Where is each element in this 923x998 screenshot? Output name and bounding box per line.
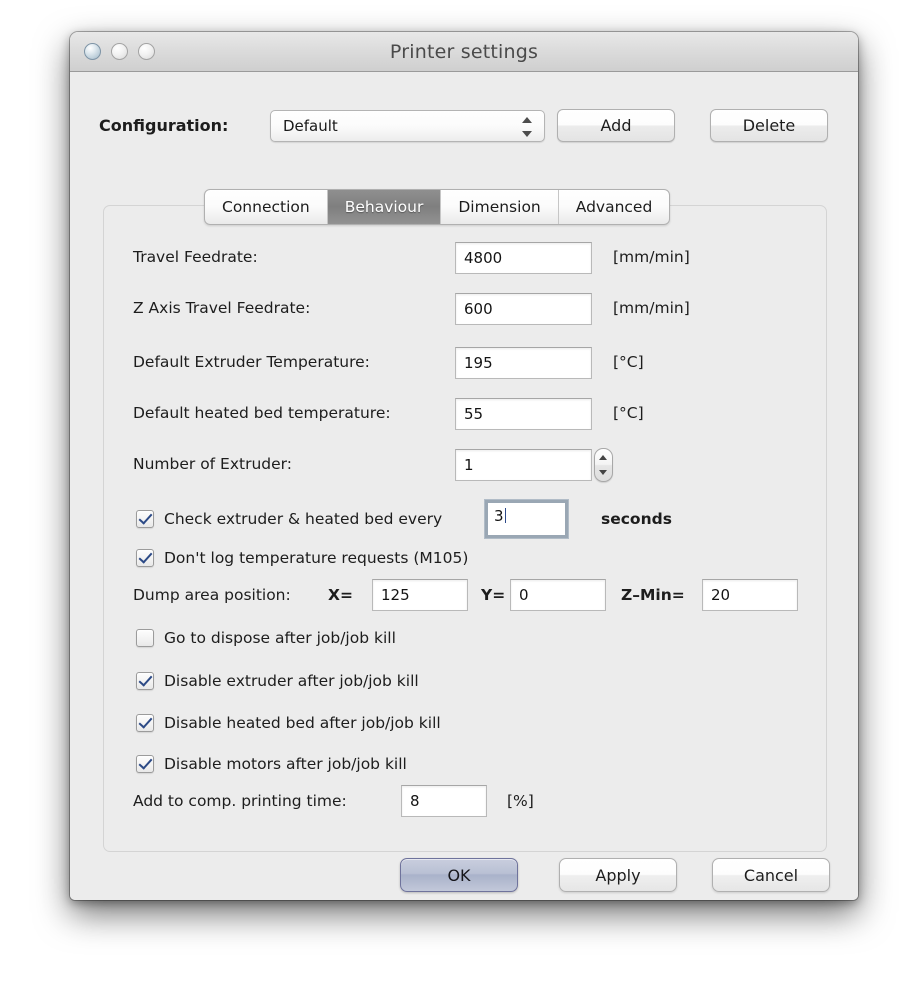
- dump-area-position-row: Dump area position: X= 125 Y= 0 Z–Min= 2…: [70, 578, 858, 612]
- travel-feedrate-row: Travel Feedrate: 4800 [mm/min]: [70, 242, 858, 274]
- dialog-footer: OK Apply Cancel: [70, 858, 858, 904]
- go-to-dispose-label: Go to dispose after job/job kill: [164, 629, 396, 647]
- z-axis-travel-feedrate-row: Z Axis Travel Feedrate: 600 [mm/min]: [70, 293, 858, 325]
- go-to-dispose-checkbox[interactable]: [136, 629, 154, 647]
- check-interval-checkbox[interactable]: [136, 510, 154, 528]
- dump-area-x-input[interactable]: 125: [372, 579, 468, 611]
- comp-printing-time-unit: [%]: [507, 792, 534, 810]
- tab-connection[interactable]: Connection: [205, 190, 328, 224]
- printer-settings-window: Printer settings Configuration: Default …: [70, 32, 858, 900]
- ok-button[interactable]: OK: [400, 858, 518, 892]
- add-configuration-button[interactable]: Add: [557, 109, 675, 142]
- dump-area-y-input[interactable]: 0: [510, 579, 606, 611]
- check-interval-seconds-input[interactable]: 3: [485, 500, 568, 538]
- disable-heated-bed-checkbox[interactable]: [136, 714, 154, 732]
- disable-heated-bed-group[interactable]: Disable heated bed after job/job kill: [136, 710, 441, 736]
- check-interval-seconds-unit: seconds: [601, 510, 672, 528]
- dump-area-x-label: X=: [328, 586, 353, 604]
- tab-dimension[interactable]: Dimension: [441, 190, 559, 224]
- disable-extruder-checkbox[interactable]: [136, 672, 154, 690]
- check-interval-row: Check extruder & heated bed every 3 seco…: [70, 500, 858, 540]
- check-interval-label: Check extruder & heated bed every: [164, 510, 443, 528]
- check-interval-seconds-value: 3: [494, 507, 504, 525]
- disable-extruder-group[interactable]: Disable extruder after job/job kill: [136, 668, 419, 694]
- window-titlebar: Printer settings: [70, 32, 858, 72]
- chevron-updown-icon: [522, 116, 533, 138]
- dump-area-position-label: Dump area position:: [133, 586, 291, 604]
- text-caret: [504, 508, 506, 523]
- disable-motors-group[interactable]: Disable motors after job/job kill: [136, 751, 407, 777]
- comp-printing-time-input[interactable]: 8: [401, 785, 487, 817]
- disable-motors-label: Disable motors after job/job kill: [164, 755, 407, 773]
- tab-advanced[interactable]: Advanced: [559, 190, 670, 224]
- stepper-down-icon: [599, 470, 607, 475]
- z-axis-travel-feedrate-unit: [mm/min]: [613, 299, 690, 317]
- window-body: Configuration: Default Add Delete Connec…: [70, 72, 858, 900]
- dont-log-temperature-label: Don't log temperature requests (M105): [164, 549, 469, 567]
- travel-feedrate-unit: [mm/min]: [613, 248, 690, 266]
- default-extruder-temperature-input[interactable]: 195: [455, 347, 592, 379]
- default-extruder-temperature-unit: [°C]: [613, 353, 644, 371]
- configuration-select[interactable]: Default: [270, 110, 545, 142]
- go-to-dispose-group[interactable]: Go to dispose after job/job kill: [136, 625, 396, 651]
- z-axis-travel-feedrate-label: Z Axis Travel Feedrate:: [133, 299, 311, 317]
- default-heated-bed-temperature-row: Default heated bed temperature: 55 [°C]: [70, 398, 858, 430]
- default-extruder-temperature-row: Default Extruder Temperature: 195 [°C]: [70, 347, 858, 379]
- number-of-extruder-input[interactable]: 1: [455, 449, 592, 481]
- dump-area-zmin-input[interactable]: 20: [702, 579, 798, 611]
- z-axis-travel-feedrate-input[interactable]: 600: [455, 293, 592, 325]
- delete-configuration-button[interactable]: Delete: [710, 109, 828, 142]
- default-heated-bed-temperature-label: Default heated bed temperature:: [133, 404, 391, 422]
- disable-extruder-label: Disable extruder after job/job kill: [164, 672, 419, 690]
- configuration-label: Configuration:: [99, 116, 229, 135]
- configuration-select-value: Default: [283, 117, 338, 135]
- default-heated-bed-temperature-input[interactable]: 55: [455, 398, 592, 430]
- tab-behaviour[interactable]: Behaviour: [327, 190, 442, 224]
- check-interval-checkbox-group[interactable]: Check extruder & heated bed every: [136, 506, 442, 532]
- default-heated-bed-temperature-unit: [°C]: [613, 404, 644, 422]
- configuration-row: Configuration: Default Add Delete: [70, 72, 858, 152]
- travel-feedrate-input[interactable]: 4800: [455, 242, 592, 274]
- number-of-extruder-stepper[interactable]: [594, 448, 613, 482]
- dump-area-y-label: Y=: [481, 586, 506, 604]
- apply-button[interactable]: Apply: [559, 858, 677, 892]
- dont-log-temperature-group[interactable]: Don't log temperature requests (M105): [136, 545, 468, 571]
- window-title: Printer settings: [389, 41, 539, 63]
- disable-heated-bed-label: Disable heated bed after job/job kill: [164, 714, 441, 732]
- comp-printing-time-row: Add to comp. printing time: 8 [%]: [70, 784, 858, 818]
- settings-tabbar: Connection Behaviour Dimension Advanced: [204, 189, 671, 225]
- travel-feedrate-label: Travel Feedrate:: [133, 248, 258, 266]
- disable-motors-checkbox[interactable]: [136, 755, 154, 773]
- number-of-extruder-row: Number of Extruder: 1: [70, 448, 858, 482]
- stepper-up-icon: [599, 455, 607, 460]
- number-of-extruder-label: Number of Extruder:: [133, 455, 292, 473]
- dont-log-temperature-checkbox[interactable]: [136, 549, 154, 567]
- cancel-button[interactable]: Cancel: [712, 858, 830, 892]
- comp-printing-time-label: Add to comp. printing time:: [133, 792, 347, 810]
- dump-area-zmin-label: Z–Min=: [621, 586, 685, 604]
- default-extruder-temperature-label: Default Extruder Temperature:: [133, 353, 370, 371]
